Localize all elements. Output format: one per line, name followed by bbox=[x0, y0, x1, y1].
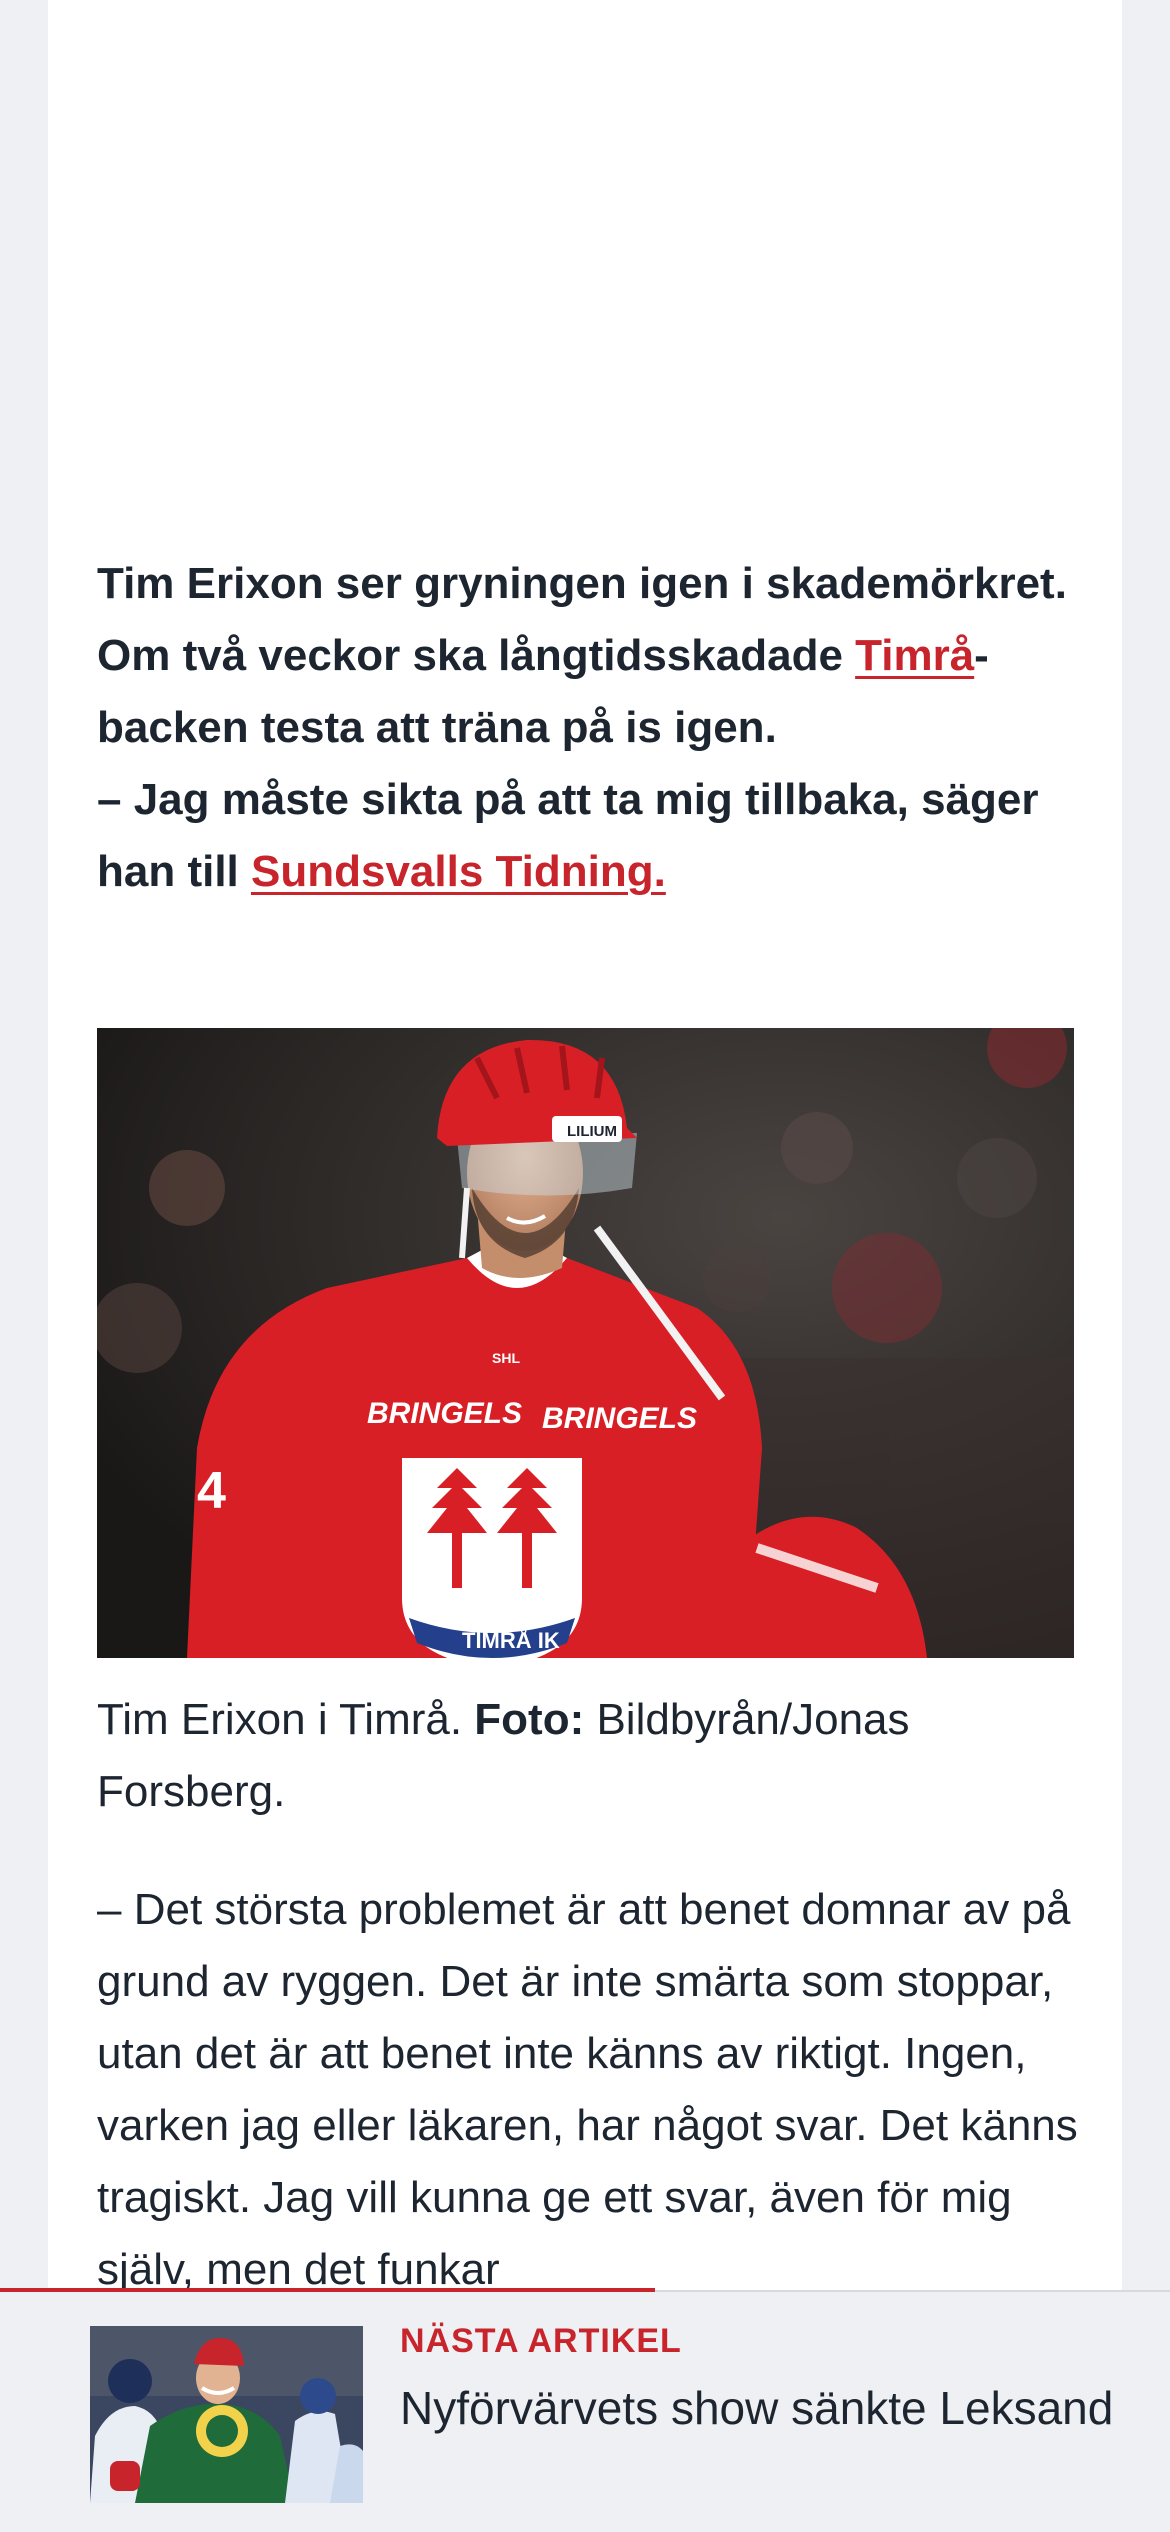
lead-line-1: Tim Erixon ser gryningen igen i skademör… bbox=[97, 559, 1067, 608]
lead-line-2-text: Om två veckor ska långtidsskadade bbox=[97, 631, 856, 680]
article-page: Tim Erixon ser gryningen igen i skademör… bbox=[0, 0, 1170, 2532]
ad-placeholder bbox=[48, 0, 1122, 520]
crest-label: TIMRÅ IK bbox=[462, 1627, 560, 1653]
jersey-number: 4 bbox=[197, 1462, 226, 1520]
next-article-label: NÄSTA ARTIKEL bbox=[400, 2322, 682, 2360]
photo-caption: Tim Erixon i Timrå. Foto: Bildbyrån/Jona… bbox=[97, 1684, 1077, 1828]
helmet-sponsor: LILIUM bbox=[567, 1123, 617, 1140]
body-paragraph: – Det största problemet är att benet dom… bbox=[97, 1885, 1078, 2294]
article-lead: Tim Erixon ser gryningen igen i skademör… bbox=[97, 548, 1077, 908]
sponsor-right: BRINGELS bbox=[542, 1402, 697, 1435]
caption-credit-label: Foto: bbox=[474, 1695, 585, 1744]
next-article-bar[interactable]: NÄSTA ARTIKEL Nyförvärvets show sänkte L… bbox=[0, 2288, 1170, 2532]
next-article-title[interactable]: Nyförvärvets show sänkte Leksand bbox=[400, 2372, 1120, 2444]
next-article-thumbnail[interactable] bbox=[90, 2326, 363, 2503]
sundsvalls-tidning-link[interactable]: Sundsvalls Tidning. bbox=[251, 847, 666, 896]
hockey-player-photo: TIMRÅ IK BRINGELS BRINGELS SHL 4 LILIUM bbox=[97, 1028, 1074, 1658]
article-card: Tim Erixon ser gryningen igen i skademör… bbox=[48, 0, 1122, 2532]
reading-progress-bar bbox=[0, 2288, 656, 2292]
next-article-image bbox=[90, 2326, 363, 2503]
timra-link[interactable]: Timrå bbox=[855, 631, 974, 680]
article-photo[interactable]: TIMRÅ IK BRINGELS BRINGELS SHL 4 LILIUM bbox=[97, 1028, 1074, 1658]
caption-text: Tim Erixon i Timrå. bbox=[97, 1695, 475, 1744]
sponsor-left: BRINGELS bbox=[367, 1397, 522, 1430]
league-patch: SHL bbox=[492, 1350, 520, 1366]
article-body: – Det största problemet är att benet dom… bbox=[97, 1874, 1087, 2306]
